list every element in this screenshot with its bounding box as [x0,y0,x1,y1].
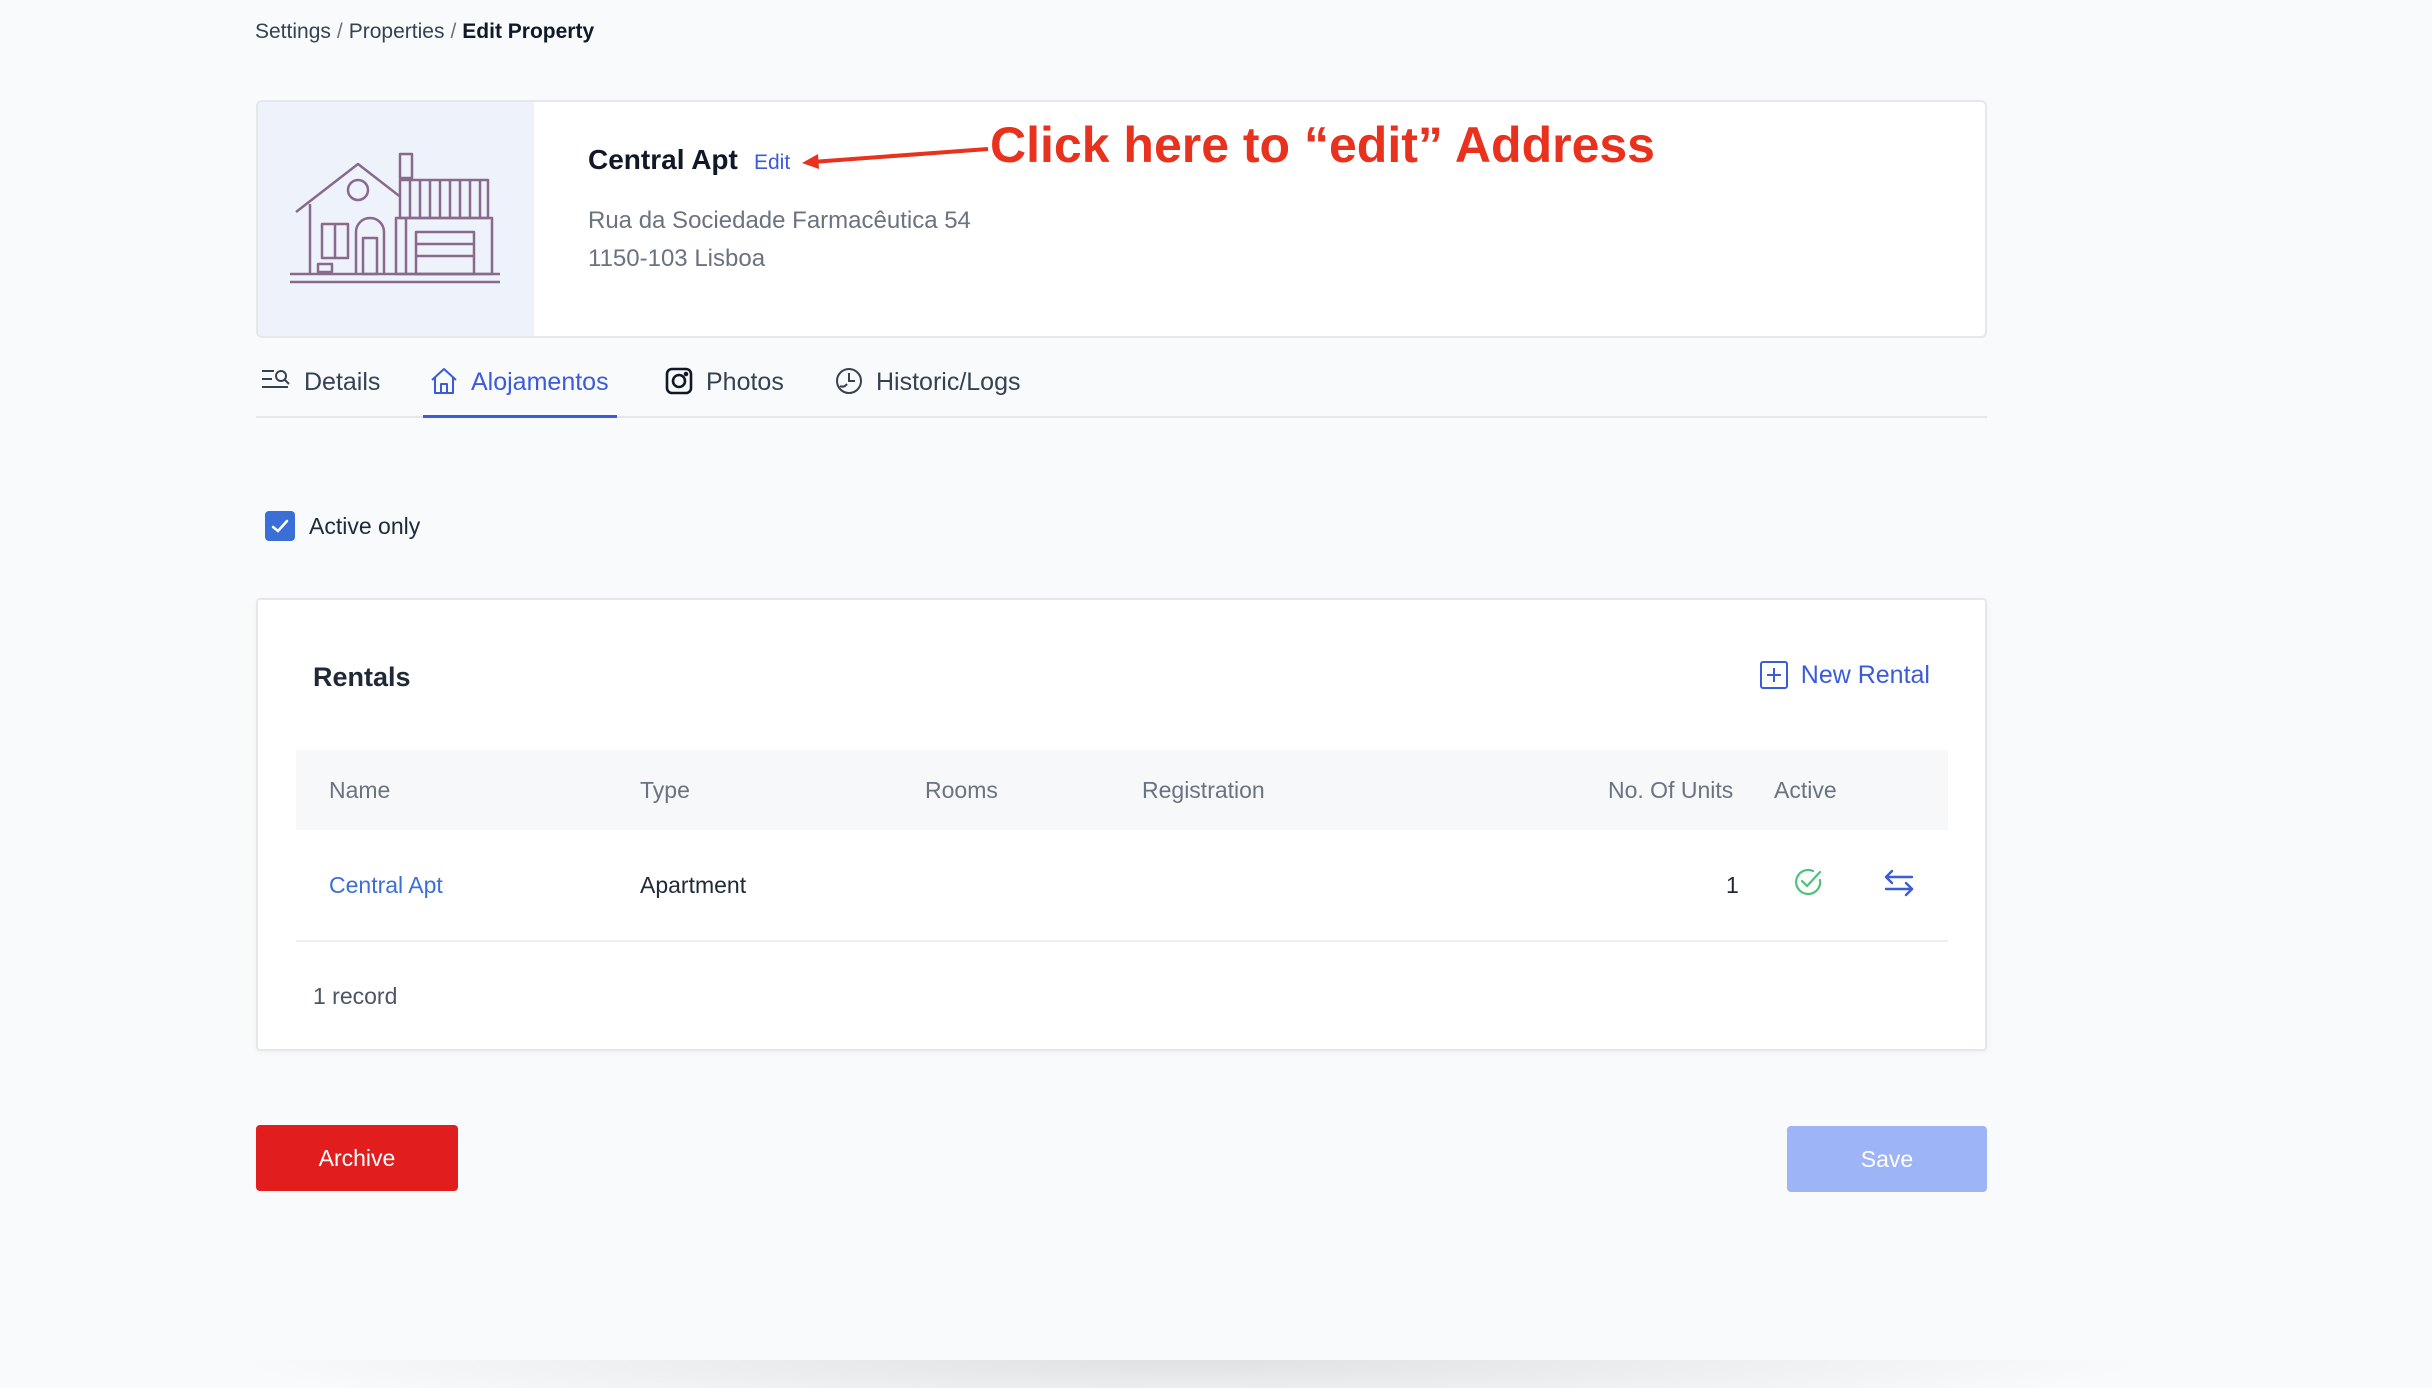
table-header: Name Type Rooms Registration No. Of Unit… [296,750,1948,830]
transfer-arrows-icon[interactable] [1882,866,1916,905]
active-only-label[interactable]: Active only [309,513,420,540]
camera-icon [665,367,693,395]
check-icon [271,519,289,533]
tab-details[interactable]: Details [260,360,380,418]
rentals-title: Rentals [313,662,411,692]
tab-photos[interactable]: Photos [664,360,784,418]
new-rental-label: New Rental [1800,660,1930,689]
tab-alojamentos-label: Alojamentos [471,368,609,396]
breadcrumb-settings[interactable]: Settings [255,20,331,43]
active-check-icon [1792,866,1824,903]
archive-button[interactable]: Archive [256,1125,458,1191]
property-name: Central Apt [588,144,738,175]
column-header-type[interactable]: Type [640,777,690,804]
breadcrumb-current: Edit Property [462,20,595,43]
history-icon [836,368,862,394]
save-button[interactable]: Save [1787,1126,1987,1192]
rentals-panel: Rentals New Rental Name Type Rooms Regis… [256,598,1987,1051]
rental-type: Apartment [640,872,747,898]
property-thumbnail [258,102,534,336]
edit-address-link[interactable]: Edit [754,151,790,175]
tab-historic-logs-label: Historic/Logs [876,368,1021,396]
plus-square-icon [1759,661,1788,689]
record-count: 1 record [313,983,398,1009]
details-icon [262,370,290,388]
annotation-callout: Click here to “edit” Address [990,117,1655,173]
tab-bar: Details Alojamentos Photos Historic/Logs [256,360,1987,418]
column-header-units[interactable]: No. Of Units [1608,777,1733,804]
address-line-1: Rua da Sociedade Farmacêutica 54 [588,207,971,234]
rental-units: 1 [1726,872,1739,898]
property-address: Rua da Sociedade Farmacêutica 54 1150-10… [588,202,971,278]
breadcrumb: Settings / Properties / Edit Property [255,20,594,44]
tab-photos-label: Photos [706,368,784,396]
new-rental-button[interactable]: New Rental [1759,660,1930,690]
column-header-registration[interactable]: Registration [1142,777,1265,804]
column-header-name[interactable]: Name [329,777,390,804]
active-only-checkbox[interactable] [265,511,295,541]
tab-alojamentos[interactable]: Alojamentos [423,360,617,418]
address-line-2: 1150-103 Lisboa [588,245,766,272]
column-header-active[interactable]: Active [1774,777,1837,804]
annotation-arrow-icon [802,147,989,169]
tab-details-label: Details [304,368,381,396]
breadcrumb-separator: / [336,20,343,43]
bottom-shadow [220,1360,2160,1388]
breadcrumb-separator: / [450,20,457,43]
table-row: Central Apt Apartment 1 [296,832,1948,942]
rental-name-link[interactable]: Central Apt [329,872,443,899]
house-illustration-icon [290,152,500,284]
active-only-filter: Active only [265,511,420,541]
tab-historic-logs[interactable]: Historic/Logs [834,360,1021,418]
breadcrumb-properties[interactable]: Properties [349,20,445,43]
home-icon [431,368,457,394]
column-header-rooms[interactable]: Rooms [925,777,998,804]
